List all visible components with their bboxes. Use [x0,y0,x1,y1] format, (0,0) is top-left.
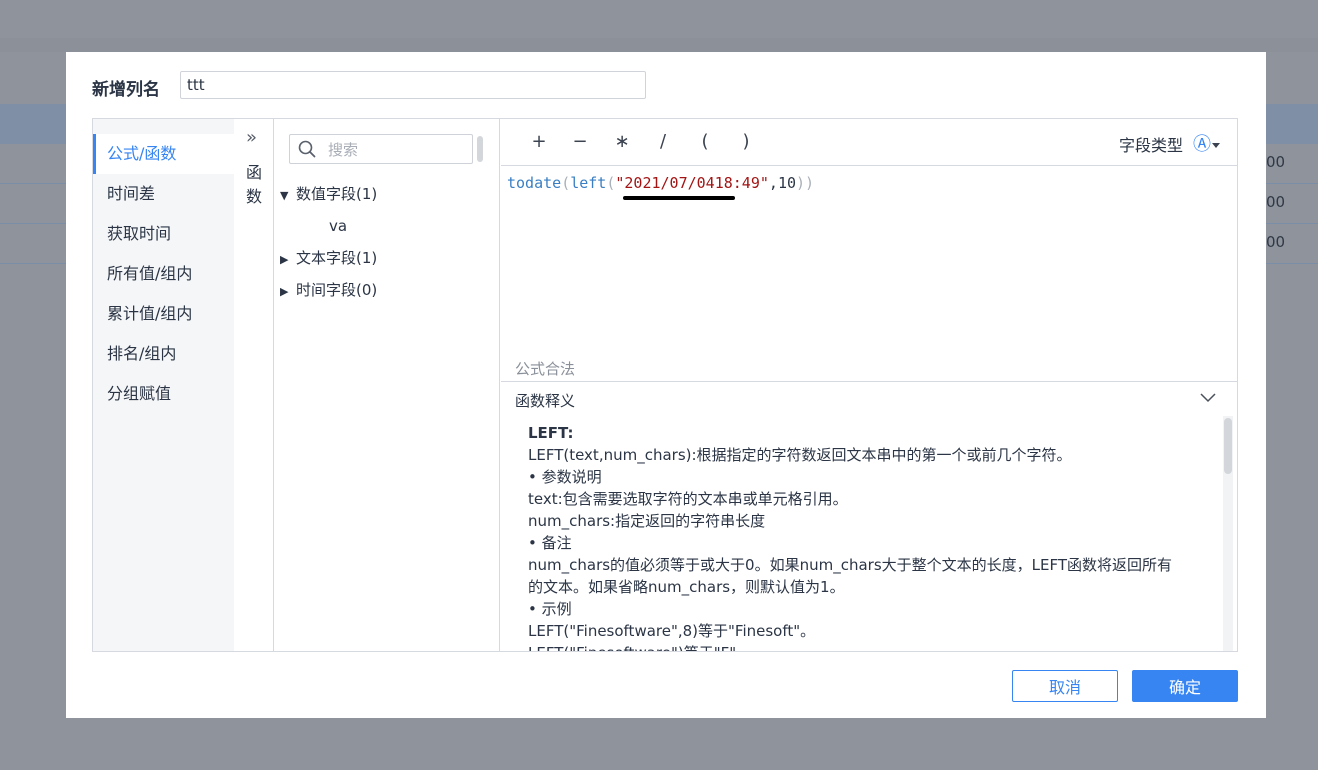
confirm-button[interactable]: 确定 [1132,670,1238,702]
caret-down-icon[interactable]: ▼ [280,185,296,207]
field-search-input[interactable] [326,138,470,162]
help-line: 的文本。如果省略num_chars，则默认值为1。 [528,578,845,596]
help-line: LEFT("Finesoftware")等于"F" [528,642,1208,651]
chevron-down-icon[interactable] [1199,388,1217,406]
help-line: • 备注 [528,534,572,552]
category-all-values-group[interactable]: 所有值/组内 [93,254,234,294]
formula-editor: 公式/函数 时间差 获取时间 所有值/组内 累计值/组内 排名/组内 分组赋值 … [92,118,1238,652]
tree-node-label: 文本字段(1) [296,249,378,267]
operator-plus-button[interactable]: + [525,129,553,155]
help-content: LEFT: LEFT(text,num_chars):根据指定的字符数返回文本串… [528,422,1208,651]
function-tab[interactable]: » 函 数 [234,119,274,651]
function-tab-char: 函 [246,163,263,182]
formula-token-comma: , [768,174,778,192]
operator-divide-button[interactable]: / [649,129,677,155]
help-line: LEFT: [528,424,574,442]
category-rank-group[interactable]: 排名/组内 [93,334,234,374]
column-name-label: 新增列名 [92,80,160,100]
field-type-label: 字段类型 [1118,136,1183,155]
help-title: 函数释义 [515,392,576,410]
formula-token-paren: ( [561,174,571,192]
text-type-icon[interactable]: Ⓐ [1193,130,1211,156]
category-get-time[interactable]: 获取时间 [93,214,234,254]
category-list: 公式/函数 时间差 获取时间 所有值/组内 累计值/组内 排名/组内 分组赋值 [93,119,234,651]
formula-input[interactable]: todate(left("2021/07/0418:49",10)) 公式合法 [501,166,1237,380]
formula-token-function: left [570,174,607,192]
operator-close-paren-button[interactable]: ) [732,129,760,155]
field-search-box[interactable] [289,134,473,164]
help-scrollbar[interactable] [1224,418,1232,474]
caret-right-icon[interactable]: ▶ [280,249,296,271]
formula-panel: + − ∗ / ( ) 字段类型 Ⓐ todate(left("2021/07/… [501,119,1237,651]
help-line: LEFT(text,num_chars):根据指定的字符数返回文本串中的第一个或… [528,446,1072,464]
category-time-diff[interactable]: 时间差 [93,174,234,214]
formula-token-paren: ) [796,174,806,192]
function-tab-label: 函 数 [246,161,264,209]
help-line: num_chars:指定返回的字符串长度 [528,512,766,530]
background-cell: 00 [1266,153,1286,171]
background-cell: 00 [1266,233,1286,251]
help-line: num_chars的值必须等于或大于0。如果num_chars大于整个文本的长度… [528,556,1173,574]
tree-node-text-fields[interactable]: ▶ 文本字段(1) [280,247,377,269]
formula-token-function: todate [507,174,562,192]
column-name-input[interactable] [180,71,646,99]
formula-token-paren: ) [805,174,815,192]
tree-node-label: 时间字段(0) [296,281,378,299]
function-tab-char: 数 [246,187,263,206]
field-scrollbar[interactable] [477,136,483,162]
tree-node-numeric-fields[interactable]: ▼ 数值字段(1) [280,183,377,205]
background-cell: 00 [1266,193,1286,211]
caret-right-icon[interactable]: ▶ [280,281,296,303]
operator-minus-button[interactable]: − [566,129,594,155]
category-cumulative-group[interactable]: 累计值/组内 [93,294,234,334]
help-line: • 参数说明 [528,468,602,486]
formula-status: 公式合法 [515,360,576,378]
formula-text[interactable]: todate(left("2021/07/0418:49",10)) [507,174,814,192]
add-column-dialog: 新增列名 公式/函数 时间差 获取时间 所有值/组内 累计值/组内 排名/组内 … [66,52,1266,718]
operator-open-paren-button[interactable]: ( [691,129,719,155]
double-chevron-right-icon[interactable]: » [246,127,257,148]
help-line: text:包含需要选取字符的文本串或单元格引用。 [528,490,848,508]
operator-multiply-button[interactable]: ∗ [608,129,636,155]
field-panel: ▼数值字段(1) va ▶文本字段(1) ▶时间字段(0) [274,119,500,651]
caret-down-icon[interactable] [1212,143,1220,148]
background-toolbar [0,38,1318,52]
category-group-assign[interactable]: 分组赋值 [93,374,234,414]
tree-node-label: 数值字段(1) [296,185,378,203]
category-formula-function[interactable]: 公式/函数 [93,134,234,174]
formula-token-string: "2021/07/0418:49" [615,174,769,192]
formula-token-number: 10 [777,174,796,192]
help-line: LEFT("Finesoftware",8)等于"Finesoft"。 [528,622,816,640]
annotation-underline [623,196,735,200]
operator-toolbar: + − ∗ / ( ) 字段类型 Ⓐ [501,119,1237,166]
help-line: • 示例 [528,600,572,618]
tree-node-time-fields[interactable]: ▶ 时间字段(0) [280,279,377,301]
cancel-button[interactable]: 取消 [1012,670,1118,702]
function-help-panel: 函数释义 LEFT: LEFT(text,num_chars):根据指定的字符数… [501,381,1237,651]
search-icon [298,140,316,158]
tree-leaf-field[interactable]: va [329,215,347,237]
